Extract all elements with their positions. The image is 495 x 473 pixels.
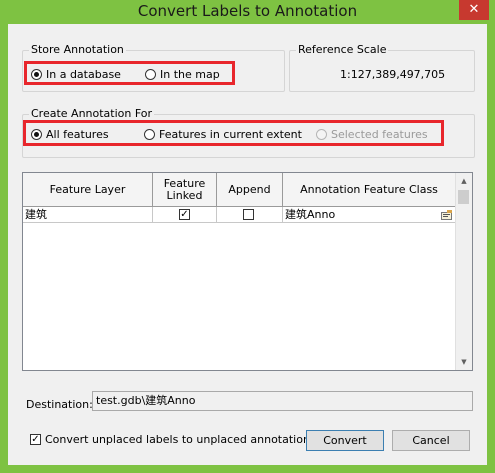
append-checkbox[interactable] [243, 209, 254, 220]
highlight-create-annotation-for [23, 120, 444, 146]
destination-field[interactable]: test.gdb\建筑Anno [92, 391, 473, 411]
annotation-class-value: 建筑Anno [285, 208, 336, 221]
highlight-store-annotation [24, 61, 235, 85]
scroll-up-icon[interactable]: ▲ [456, 173, 472, 189]
store-annotation-title: Store Annotation [29, 43, 126, 56]
feature-layer-grid: Feature Layer Feature Linked Append Anno… [22, 172, 473, 371]
scroll-down-icon[interactable]: ▼ [456, 354, 472, 370]
column-header-feature-layer[interactable]: Feature Layer [23, 173, 153, 207]
cell-annotation-class: 建筑Anno [283, 207, 456, 223]
cell-feature-layer: 建筑 [23, 207, 153, 223]
column-header-feature-linked[interactable]: Feature Linked [153, 173, 217, 207]
convert-unplaced-label: Convert unplaced labels to unplaced anno… [45, 433, 310, 446]
cell-append [217, 207, 283, 223]
grid-vertical-scrollbar[interactable]: ▲ ▼ [455, 173, 472, 370]
properties-icon[interactable] [441, 209, 452, 220]
scroll-thumb[interactable] [458, 190, 469, 204]
table-row[interactable]: 建筑 ✓ 建筑Anno [23, 207, 456, 223]
title-bar[interactable]: Convert Labels to Annotation ✕ [0, 0, 495, 24]
convert-unplaced-checkbox[interactable]: ✓ [30, 434, 41, 445]
window-title: Convert Labels to Annotation [137, 2, 358, 20]
reference-scale-value: 1:127,389,497,705 [340, 68, 446, 81]
cell-feature-linked: ✓ [153, 207, 217, 223]
cancel-button[interactable]: Cancel [392, 430, 470, 451]
column-header-annotation-class[interactable]: Annotation Feature Class [283, 173, 456, 207]
close-button[interactable]: ✕ [459, 0, 489, 20]
destination-label: Destination: [26, 398, 93, 411]
convert-unplaced-checkbox-row[interactable]: ✓ Convert unplaced labels to unplaced an… [30, 433, 310, 446]
column-header-append[interactable]: Append [217, 173, 283, 207]
create-annotation-for-title: Create Annotation For [29, 107, 155, 120]
convert-button[interactable]: Convert [306, 430, 384, 451]
dialog-body: Store Annotation In a database In the ma… [8, 24, 487, 465]
dialog-window: Convert Labels to Annotation ✕ Store Ann… [0, 0, 495, 473]
reference-scale-title: Reference Scale [296, 43, 389, 56]
feature-linked-checkbox[interactable]: ✓ [179, 209, 190, 220]
